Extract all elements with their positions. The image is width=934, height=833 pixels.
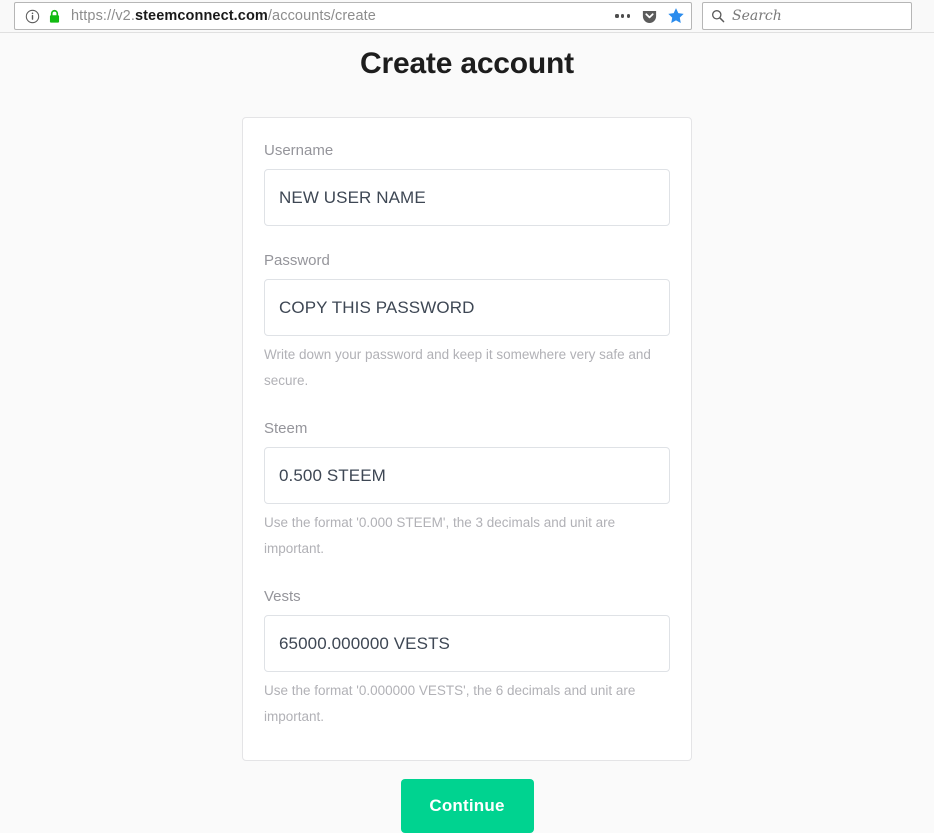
address-bar[interactable]: https://v2.steemconnect.com/accounts/cre… [14, 2, 692, 30]
field-username: Username [264, 142, 670, 226]
create-account-card: Username Password Write down your passwo… [242, 117, 692, 761]
search-input-placeholder[interactable]: Search [732, 8, 782, 24]
field-steem: Steem Use the format '0.000 STEEM', the … [264, 420, 670, 562]
url-host: steemconnect.com [134, 8, 268, 24]
username-label: Username [264, 142, 334, 159]
page-actions-icon[interactable] [613, 10, 632, 21]
address-bar-actions [607, 7, 685, 25]
username-input[interactable] [264, 169, 670, 226]
steem-label: Steem [264, 420, 308, 437]
vests-label: Vests [264, 588, 301, 605]
form-actions: Continue [0, 779, 934, 833]
page-content: Create account Username Password Write d… [0, 33, 934, 833]
browser-chrome: https://v2.steemconnect.com/accounts/cre… [0, 0, 934, 33]
pocket-icon[interactable] [641, 8, 658, 25]
secure-lock-icon[interactable] [48, 9, 61, 24]
steem-help-text: Use the format '0.000 STEEM', the 3 deci… [264, 515, 616, 556]
url-scheme: https://v2. [71, 8, 135, 24]
browser-search-bar[interactable]: Search [702, 2, 912, 30]
url-text[interactable]: https://v2.steemconnect.com/accounts/cre… [69, 8, 599, 24]
field-vests: Vests Use the format '0.000000 VESTS', t… [264, 588, 670, 730]
search-icon [711, 9, 725, 23]
field-password: Password Write down your password and ke… [264, 252, 670, 394]
bookmark-star-icon[interactable] [667, 7, 685, 25]
vests-input[interactable] [264, 615, 670, 672]
steem-input[interactable] [264, 447, 670, 504]
vests-help-text: Use the format '0.000000 VESTS', the 6 d… [264, 683, 636, 724]
page-title: Create account [360, 47, 574, 80]
password-help-text: Write down your password and keep it som… [264, 347, 651, 388]
page-info-icon[interactable] [25, 9, 40, 24]
password-input[interactable] [264, 279, 670, 336]
continue-button[interactable]: Continue [400, 779, 534, 833]
password-label: Password [264, 252, 330, 269]
url-path: /accounts/create [267, 8, 376, 24]
